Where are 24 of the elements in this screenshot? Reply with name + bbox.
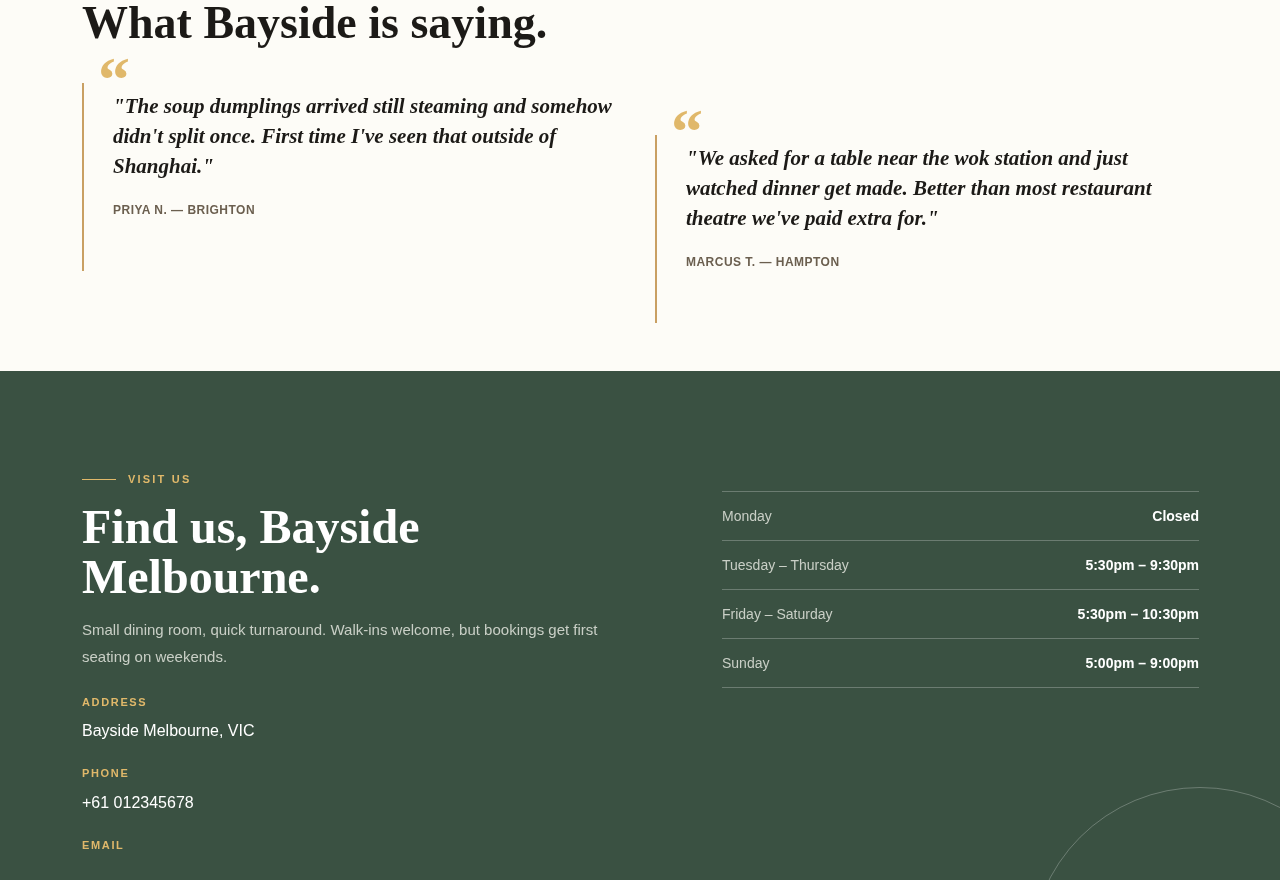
day-label: Friday – Saturday [722, 604, 833, 624]
quote-mark: “ [98, 60, 130, 84]
testimonial-quote: "We asked for a table near the wok station and just watched dinner get made. Better than most restaurant theatre we've paid extra for." [686, 145, 1153, 232]
hours-value: 5:30pm – 9:30pm [1085, 555, 1199, 575]
quote-mark: “ [671, 112, 703, 136]
hours-value: 5:00pm – 9:00pm [1085, 653, 1199, 673]
testimonial-author: PRIYA N. — BRIGHTON [113, 202, 257, 219]
detail-label: EMAIL [82, 837, 126, 853]
section-heading: What Bayside is saying. [82, 0, 549, 46]
detail-label: PHONE [82, 766, 131, 781]
detail-value: +61 012345678 [82, 792, 195, 813]
day-label: Tuesday – Thursday [722, 555, 849, 575]
testimonial-quote: "The soup dumplings arrived still steaming and somehow didn't split once. First time I've seen that outside of Shanghai." [113, 93, 613, 180]
testimonial-author: MARCUS T. — HAMPTON [686, 254, 841, 271]
detail-value: Bayside Melbourne, VIC [82, 721, 256, 741]
detail-label: ADDRESS [82, 694, 149, 710]
section-heading: Find us, Bayside Melbourne. [82, 501, 421, 602]
eyebrow-label: VISIT US [128, 472, 192, 487]
hours-value: Closed [1152, 506, 1199, 526]
day-label: Sunday [722, 653, 770, 673]
eyebrow-rule [82, 478, 116, 480]
description: Small dining room, quick turnaround. Walk-ins welcome, but bookings get first seating on weekends. [82, 619, 599, 667]
day-label: Monday [722, 506, 772, 526]
hours-value: 5:30pm – 10:30pm [1077, 604, 1199, 624]
